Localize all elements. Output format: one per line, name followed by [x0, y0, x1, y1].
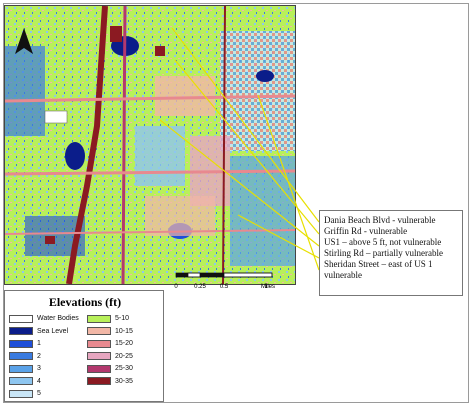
- legend-swatch: [9, 352, 33, 360]
- low-area-east: [220, 31, 295, 151]
- north-arrow-icon: [15, 28, 33, 54]
- legend-swatch: [87, 352, 111, 360]
- callout-line: vulnerable: [324, 270, 362, 280]
- map-canvas: [5, 6, 295, 284]
- legend-swatch: [9, 314, 33, 323]
- water-body-white: [44, 110, 68, 124]
- legend-item: 10-15: [87, 326, 133, 337]
- water-body: [256, 70, 274, 82]
- road-us1: [121, 6, 127, 284]
- legend-item: 1: [9, 338, 41, 349]
- callout-line: Stirling Rd – partially vulnerable: [324, 248, 443, 258]
- scale-tick-label: 0.25: [194, 284, 206, 290]
- callout-line: US1 – above 5 ft, not vulnerable: [324, 237, 442, 247]
- legend-label: 1: [37, 340, 41, 347]
- legend-label: 20-25: [115, 352, 133, 360]
- callout-line: Sheridan Street – east of US 1: [324, 259, 433, 269]
- legend-item: 3: [9, 363, 41, 374]
- legend-item: 15-20: [87, 338, 133, 349]
- high-area: [145, 196, 215, 236]
- legend-swatch: [9, 339, 33, 348]
- high-block: [155, 46, 165, 56]
- legend-swatch: [9, 364, 33, 373]
- legend-item: 20-25: [87, 351, 133, 362]
- legend-swatch: [9, 389, 33, 398]
- legend-label: 4: [37, 377, 41, 385]
- legend-label: 5-10: [115, 315, 130, 322]
- scale-bar: 0 0.25 0.5 1 Miles: [174, 272, 275, 290]
- vulnerability-callout: Dania Beach Blvd - vulnerable Griffin Rd…: [319, 210, 463, 296]
- high-area: [155, 76, 215, 116]
- legend-item: 25-30: [87, 363, 133, 374]
- legend-label: 10-15: [115, 327, 133, 335]
- legend-swatch: [9, 327, 33, 335]
- high-block: [45, 236, 55, 244]
- water-body: [65, 142, 85, 170]
- legend-swatch: [87, 339, 111, 348]
- scale-tick-label: 0: [174, 284, 178, 290]
- legend-item: 5: [9, 388, 41, 399]
- legend-item: 30-35: [87, 376, 133, 387]
- callout-line: Griffin Rd - vulnerable: [324, 226, 408, 236]
- low-area-center: [135, 126, 185, 186]
- legend-title: Elevations (ft): [48, 295, 122, 309]
- scale-tick-label: 0.5: [220, 284, 229, 290]
- legend-item: Water Bodies: [9, 313, 79, 324]
- elevation-legend: Elevations (ft) Water Bodies Sea Level 1 2 3…: [4, 290, 164, 402]
- legend-label: 25-30: [115, 365, 133, 372]
- callout-line: Dania Beach Blvd - vulnerable: [324, 215, 436, 225]
- legend-item: Sea Level: [9, 326, 68, 337]
- low-area-west: [5, 46, 45, 136]
- legend-label: 30-35: [115, 377, 133, 385]
- high-block: [110, 26, 122, 42]
- elevation-map: [4, 5, 296, 285]
- scale-unit-label: Miles: [261, 284, 275, 290]
- legend-label: 15-20: [115, 340, 133, 347]
- legend-label: 5: [37, 390, 41, 397]
- legend-label: Water Bodies: [37, 315, 79, 322]
- legend-swatch: [9, 377, 33, 385]
- legend-label: 2: [37, 352, 41, 360]
- legend-item: 2: [9, 351, 41, 362]
- legend-swatch: [87, 377, 111, 385]
- legend-label: Sea Level: [37, 327, 69, 335]
- legend-label: 3: [37, 365, 41, 372]
- legend-swatch: [87, 364, 111, 373]
- legend-swatch: [87, 314, 111, 323]
- legend-item: 4: [9, 376, 41, 387]
- legend-item: 5-10: [87, 313, 129, 324]
- legend-swatch: [87, 327, 111, 335]
